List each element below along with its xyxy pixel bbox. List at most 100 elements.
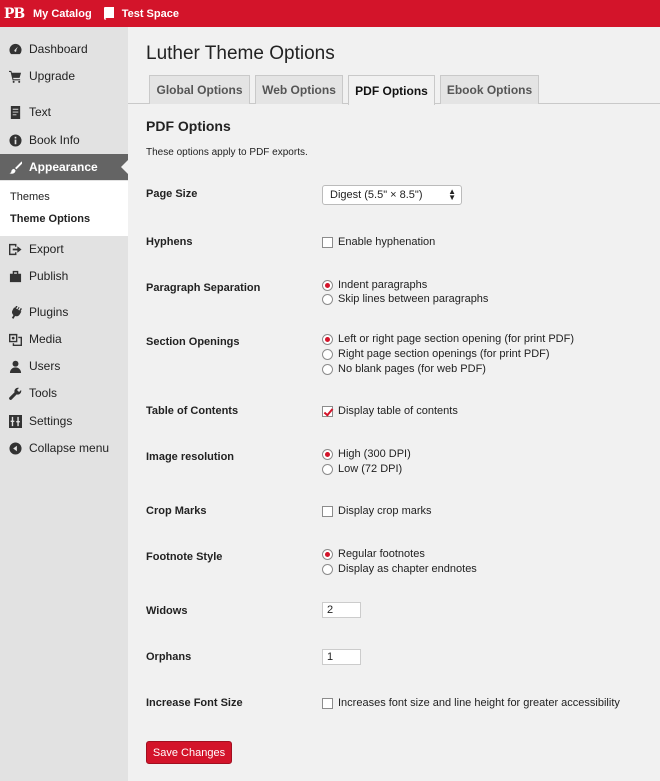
- tab-global-options[interactable]: Global Options: [149, 75, 250, 104]
- sidebar-item-book-info[interactable]: Book Info: [0, 127, 128, 153]
- high-resolution-radio[interactable]: [322, 448, 333, 460]
- option-label: Indent paragraphs: [338, 279, 428, 291]
- low-resolution-radio[interactable]: [322, 463, 333, 475]
- sidebar-item-export[interactable]: Export: [0, 236, 128, 262]
- settings-icon: [8, 414, 22, 428]
- tab-pdf-options[interactable]: PDF Options: [348, 75, 435, 105]
- sidebar-item-label: Dashboard: [29, 42, 88, 56]
- hyphens-label: Hyphens: [146, 236, 193, 248]
- sidebar-item-label: Users: [29, 359, 61, 373]
- chapter-endnotes-option[interactable]: Display as chapter endnotes: [322, 563, 477, 575]
- crop-marks-option[interactable]: Display crop marks: [322, 505, 432, 517]
- regular-footnotes-radio[interactable]: [322, 548, 333, 560]
- no-blank-pages-option[interactable]: No blank pages (for web PDF): [322, 363, 486, 375]
- submenu-item-themes[interactable]: Themes: [10, 191, 50, 203]
- skip-lines-option[interactable]: Skip lines between paragraphs: [322, 293, 488, 305]
- image-resolution-label: Image resolution: [146, 451, 235, 463]
- toc-option[interactable]: Display table of contents: [322, 405, 458, 417]
- chapter-endnotes-radio[interactable]: [322, 563, 333, 575]
- page-title: Luther Theme Options: [146, 43, 335, 64]
- option-label: Skip lines between paragraphs: [338, 293, 489, 305]
- orphans-label: Orphans: [146, 651, 192, 663]
- sidebar-item-plugins[interactable]: Plugins: [0, 299, 128, 325]
- sidebar-item-settings[interactable]: Settings: [0, 408, 128, 434]
- cart-icon: [8, 69, 22, 83]
- section-heading: PDF Options: [146, 118, 231, 134]
- sidebar-item-text[interactable]: Text: [0, 99, 128, 125]
- page-size-select[interactable]: Digest (5.5" × 8.5") ▲ ▼: [322, 185, 462, 205]
- section-openings-label: Section Openings: [146, 336, 240, 348]
- tab-ebook-options[interactable]: Ebook Options: [440, 75, 539, 104]
- dashboard-icon: [8, 42, 22, 56]
- media-icon: [8, 332, 22, 346]
- no-blank-pages-radio[interactable]: [322, 363, 333, 375]
- sidebar-item-appearance[interactable]: Appearance: [0, 154, 128, 180]
- toc-checkbox[interactable]: [322, 405, 333, 417]
- left-or-right-opening-option[interactable]: Left or right page section opening (for …: [322, 333, 574, 345]
- sidebar-item-users[interactable]: Users: [0, 353, 128, 379]
- sidebar-item-label: Collapse menu: [29, 441, 110, 455]
- appearance-submenu: Themes Theme Options: [0, 181, 128, 236]
- increase-font-size-label: Increase Font Size: [146, 697, 243, 709]
- section-description: These options apply to PDF exports.: [146, 147, 308, 158]
- hyphenation-checkbox[interactable]: [322, 236, 333, 248]
- crop-marks-label: Crop Marks: [146, 505, 207, 517]
- book-icon: [103, 7, 114, 20]
- sidebar-item-publish[interactable]: Publish: [0, 263, 128, 289]
- right-page-opening-option[interactable]: Right page section openings (for print P…: [322, 348, 550, 360]
- left-or-right-opening-radio[interactable]: [322, 333, 333, 345]
- orphans-input[interactable]: 1: [322, 649, 361, 665]
- sidebar-item-label: Upgrade: [29, 69, 76, 83]
- page-size-value: Digest (5.5" × 8.5"): [330, 189, 423, 201]
- collapse-menu-button[interactable]: Collapse menu: [0, 435, 128, 461]
- my-catalog-link[interactable]: My Catalog: [28, 0, 98, 27]
- tab-web-options[interactable]: Web Options: [255, 75, 343, 104]
- save-changes-button[interactable]: Save Changes: [146, 741, 232, 764]
- sidebar-item-label: Media: [29, 332, 62, 346]
- sidebar-item-label: Settings: [29, 414, 73, 428]
- option-label: Display crop marks: [338, 505, 432, 517]
- indent-paragraphs-radio[interactable]: [322, 279, 333, 291]
- info-icon: [8, 133, 22, 147]
- admin-sidebar: Dashboard Upgrade Text Book Info Appeara…: [0, 27, 128, 781]
- regular-footnotes-option[interactable]: Regular footnotes: [322, 548, 425, 560]
- skip-lines-radio[interactable]: [322, 293, 333, 305]
- option-label: Increases font size and line height for …: [338, 697, 620, 709]
- low-resolution-option[interactable]: Low (72 DPI): [322, 463, 402, 475]
- sidebar-item-upgrade[interactable]: Upgrade: [0, 63, 128, 89]
- increase-font-size-checkbox[interactable]: [322, 697, 333, 709]
- options-tabs: Global Options Web Options PDF Options E…: [128, 75, 660, 105]
- option-label: Display table of contents: [338, 405, 458, 417]
- toc-label: Table of Contents: [146, 405, 239, 417]
- page-size-label: Page Size: [146, 188, 198, 200]
- increase-font-size-option[interactable]: Increases font size and line height for …: [322, 697, 620, 709]
- plugin-icon: [8, 305, 22, 319]
- sidebar-item-label: Tools: [29, 386, 58, 400]
- option-label: Regular footnotes: [338, 548, 425, 560]
- widows-input[interactable]: 2: [322, 602, 361, 618]
- publish-icon: [8, 269, 22, 283]
- sidebar-item-media[interactable]: Media: [0, 326, 128, 352]
- option-label: Enable hyphenation: [338, 236, 436, 248]
- option-label: High (300 DPI): [338, 448, 411, 460]
- select-arrows-icon: ▲ ▼: [448, 187, 456, 202]
- pressbooks-logo-icon[interactable]: PB: [0, 0, 28, 27]
- sidebar-item-label: Export: [29, 242, 64, 256]
- indent-paragraphs-option[interactable]: Indent paragraphs: [322, 279, 427, 291]
- right-page-opening-radio[interactable]: [322, 348, 333, 360]
- sidebar-item-label: Publish: [29, 269, 69, 283]
- sidebar-item-tools[interactable]: Tools: [0, 380, 128, 406]
- widows-label: Widows: [146, 605, 188, 617]
- sidebar-item-label: Plugins: [29, 305, 69, 319]
- book-title-link[interactable]: Test Space: [98, 0, 185, 27]
- submenu-item-theme-options[interactable]: Theme Options: [10, 213, 90, 225]
- sidebar-item-dashboard[interactable]: Dashboard: [0, 36, 128, 62]
- export-icon: [8, 242, 22, 256]
- sidebar-item-label: Book Info: [29, 133, 80, 147]
- high-resolution-option[interactable]: High (300 DPI): [322, 448, 411, 460]
- crop-marks-checkbox[interactable]: [322, 505, 333, 517]
- hyphenation-option[interactable]: Enable hyphenation: [322, 236, 435, 248]
- footnote-style-label: Footnote Style: [146, 551, 223, 563]
- admin-bar: PB My Catalog Test Space: [0, 0, 660, 27]
- paragraph-separation-label: Paragraph Separation: [146, 282, 261, 294]
